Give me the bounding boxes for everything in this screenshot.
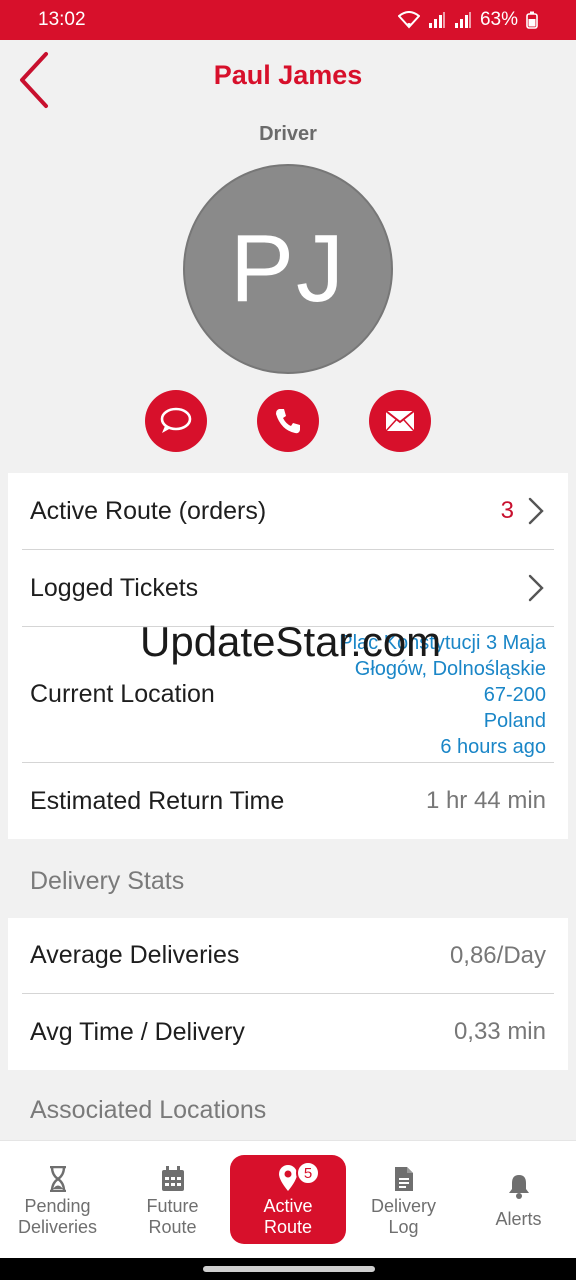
active-route-badge: 5 [296,1161,320,1185]
status-time: 13:02 [38,9,86,30]
email-button[interactable] [369,390,431,452]
tab-label-line2: Route [148,1216,197,1237]
location-country: Poland [483,709,546,732]
chat-bubble-icon [160,407,192,433]
tab-label-line1: Alerts [495,1209,542,1229]
tab-delivery-log[interactable]: Delivery Log [346,1141,461,1258]
battery-icon [526,11,538,29]
tab-label-line1: Future [146,1195,199,1216]
header: Paul James [0,40,576,120]
route-info-card: Active Route (orders) 3 Logged Tickets C… [8,473,568,839]
tab-alerts[interactable]: Alerts [461,1141,576,1258]
associated-locations-title: Associated Locations [30,1096,267,1124]
battery-percent: 63% [479,9,518,30]
tab-label-line2: Log [388,1216,419,1237]
current-location-label: Current Location [30,680,215,708]
status-bar: 13:02 63% [0,0,576,40]
contact-actions [0,390,576,452]
logged-tickets-row[interactable]: Logged Tickets [22,550,554,627]
average-deliveries-value: 0,86/Day [449,941,546,969]
estimated-return-value: 1 hr 44 min [425,787,546,814]
location-age: 6 hours ago [440,735,546,758]
bottom-tab-bar: Pending Deliveries Future Route 5 Active… [0,1140,576,1258]
estimated-return-label: Estimated Return Time [30,786,285,815]
signal-r-icon [454,12,471,28]
wifi-icon [397,11,420,29]
map-pin-icon [279,1164,297,1191]
tab-future-route[interactable]: Future Route [115,1141,230,1258]
tab-label-line2: Route [263,1216,313,1237]
current-location-value[interactable]: Plac Konstytucji 3 Maja Głogów, Dolnoślą… [339,630,546,760]
tab-pending-deliveries[interactable]: Pending Deliveries [0,1141,115,1258]
location-postal: 67-200 [483,683,546,706]
avg-time-value: 0,33 min [453,1018,546,1045]
chevron-right-icon [528,574,544,602]
tab-label-line1: Active [263,1195,313,1216]
location-street: Plac Konstytucji 3 Maja [339,631,546,654]
calendar-icon [161,1165,184,1191]
envelope-icon [385,410,415,432]
average-deliveries-label: Average Deliveries [30,941,240,969]
document-icon [394,1166,413,1191]
message-button[interactable] [145,390,207,452]
system-nav-bar [0,1258,576,1280]
call-button[interactable] [257,390,319,452]
tab-label-line1: Delivery [370,1195,436,1216]
tab-active-route[interactable]: 5 Active Route [230,1155,346,1244]
active-route-label: Active Route (orders) [30,496,267,525]
user-role: Driver [259,123,317,145]
delivery-stats-title: Delivery Stats [30,867,185,895]
page-title: Paul James [213,60,363,90]
avatar: PJ [183,164,393,374]
home-gesture-handle[interactable] [203,1266,375,1272]
hourglass-icon [49,1165,66,1192]
estimated-return-row: Estimated Return Time 1 hr 44 min [22,763,554,839]
active-route-row[interactable]: Active Route (orders) 3 [22,473,554,550]
delivery-stats-card: Average Deliveries 0,86/Day Avg Time / D… [8,918,568,1070]
avg-time-row: Avg Time / Delivery 0,33 min [22,994,554,1070]
logged-tickets-label: Logged Tickets [30,573,199,602]
system-icons: 63% [397,9,538,31]
chevron-right-icon [528,497,544,525]
tab-label-line2: Deliveries [17,1216,98,1237]
avatar-initials: PJ [229,215,347,322]
signal-icon [428,12,445,28]
bell-icon [508,1175,529,1199]
active-route-count: 3 [500,497,514,524]
avg-time-label: Avg Time / Delivery [30,1017,245,1046]
tab-label-line1: Pending [24,1195,91,1216]
location-city: Głogów, Dolnośląskie [354,657,546,680]
current-location-row: Current Location Plac Konstytucji 3 Maja… [22,627,554,763]
phone-icon [276,409,300,434]
average-deliveries-row: Average Deliveries 0,86/Day [22,918,554,994]
